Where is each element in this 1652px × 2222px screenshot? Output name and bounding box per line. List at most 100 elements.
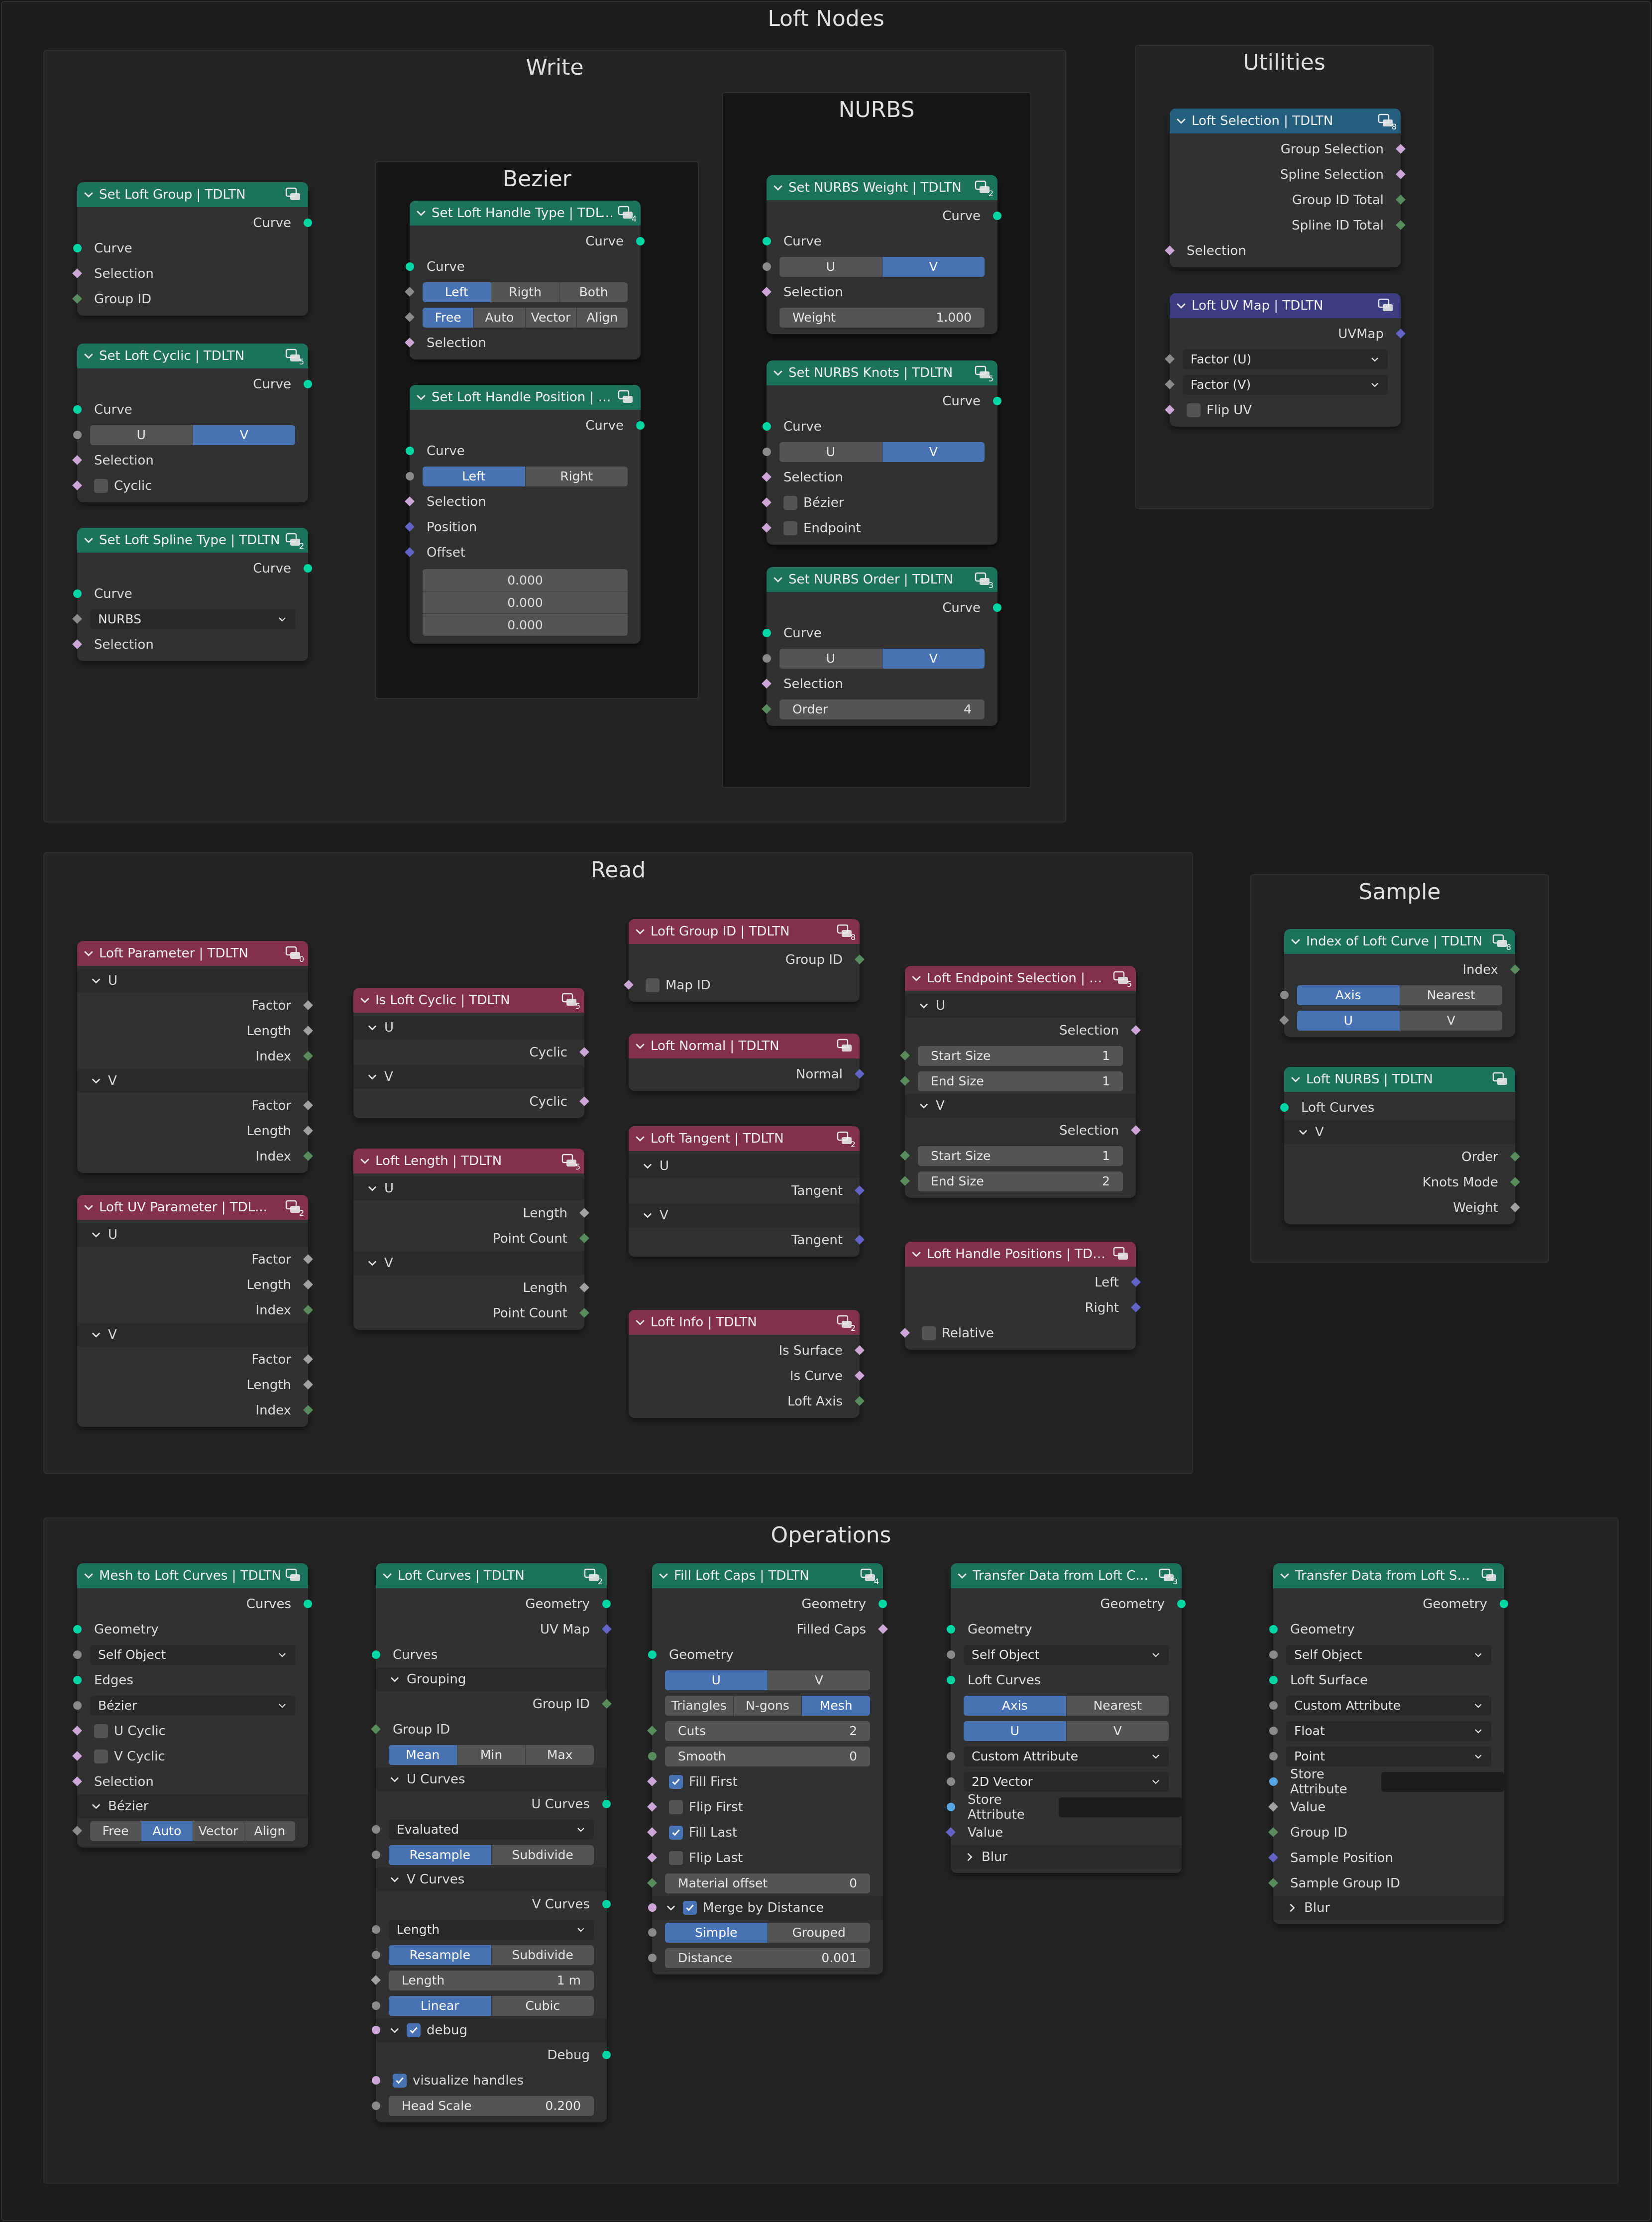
collapse-chevron-icon[interactable]	[1278, 1569, 1291, 1582]
checkbox[interactable]	[669, 1800, 683, 1814]
collapse-chevron-icon[interactable]	[1289, 1073, 1302, 1086]
checkbox[interactable]	[783, 495, 797, 510]
node-set-loft-handle-type[interactable]: Set Loft Handle Type | TDLTN 4 Curve Curve L…	[405, 201, 645, 359]
collapse-chevron-icon[interactable]	[82, 534, 95, 547]
option-auto[interactable]: Auto	[141, 1821, 193, 1841]
input-socket-icon[interactable]	[372, 1825, 380, 1834]
panel-chevron-icon[interactable]	[366, 1182, 378, 1194]
node-header[interactable]: Is Loft Cyclic | TDLTN 5	[353, 988, 584, 1013]
chevron-down-icon[interactable]	[277, 614, 287, 624]
panel-merge-by-distance[interactable]: Merge by Distance	[648, 1896, 883, 1920]
number-field-start-size[interactable]: Start Size 1	[918, 1046, 1123, 1066]
chevron-down-icon[interactable]	[1473, 1650, 1483, 1660]
node-loft-uv-parameter[interactable]: Loft UV Parameter | TDL... 2 U Factor Length…	[77, 1195, 313, 1427]
option-subdivide[interactable]: Subdivide	[491, 1945, 594, 1965]
node-loft-curves[interactable]: Loft Curves | TDLTN 2 Geometry UV Map Curves…	[371, 1563, 612, 2122]
node-header[interactable]: Loft Normal | TDLTN	[629, 1034, 860, 1058]
node-header[interactable]: Transfer Data from Loft Curves | TD... 3	[951, 1563, 1182, 1588]
dropdown-float[interactable]: Float	[1286, 1721, 1491, 1741]
segmented-control[interactable]: Left Right	[423, 466, 628, 486]
option-vector[interactable]: Vector	[192, 1821, 244, 1841]
panel-v[interactable]: V	[77, 1069, 308, 1093]
node-loft-info[interactable]: Loft Info | TDLTN 2 Is Surface Is Curve Loft…	[629, 1310, 865, 1418]
input-socket-icon[interactable]	[1269, 1727, 1278, 1735]
panel-chevron-icon[interactable]	[90, 1800, 102, 1812]
option-mean[interactable]: Mean	[389, 1745, 457, 1765]
segmented-control[interactable]: Simple Grouped	[665, 1922, 870, 1943]
node-header[interactable]: Set Loft Handle Type | TDLTN 4	[410, 201, 641, 226]
segmented-control[interactable]: Resample Subdivide	[389, 1945, 594, 1965]
dropdown-factor-v[interactable]: Factor (V)	[1183, 374, 1388, 395]
panel-b-zier[interactable]: Bézier	[77, 1794, 308, 1818]
chevron-down-icon[interactable]	[1151, 1777, 1161, 1787]
option-linear[interactable]: Linear	[389, 1995, 491, 2016]
output-socket-icon[interactable]	[304, 564, 312, 573]
node-set-loft-cyclic[interactable]: Set Loft Cyclic | TDLTN 5 Curve Curve U V Sele…	[72, 344, 312, 502]
option-v[interactable]: V	[767, 1670, 871, 1690]
checkbox[interactable]	[922, 1326, 936, 1340]
panel-chevron-icon[interactable]	[1297, 1126, 1309, 1138]
vector-component[interactable]: 0.000	[423, 613, 628, 636]
input-socket-icon[interactable]	[372, 2076, 380, 2085]
dropdown-2d-vector[interactable]: 2D Vector	[964, 1771, 1169, 1792]
node-header[interactable]: Loft NURBS | TDLTN	[1284, 1067, 1515, 1092]
input-socket-icon[interactable]	[763, 237, 771, 245]
segmented-control[interactable]: Triangles N-gons Mesh	[665, 1695, 870, 1716]
input-socket-icon[interactable]	[372, 2026, 380, 2034]
input-socket-icon[interactable]	[73, 244, 82, 252]
node-set-loft-group[interactable]: Set Loft Group | TDLTN Curve Curve Selectio…	[72, 182, 312, 316]
option-u[interactable]: U	[964, 1721, 1066, 1741]
collapse-chevron-icon[interactable]	[82, 1569, 95, 1582]
panel-chevron-icon[interactable]	[642, 1209, 654, 1221]
option-simple[interactable]: Simple	[665, 1922, 768, 1943]
node-group-icon[interactable]	[284, 185, 303, 204]
panel-chevron-icon[interactable]	[366, 1022, 378, 1034]
node-transfer-data-from-loft-surface[interactable]: Transfer Data from Loft Surface | TD... G…	[1268, 1563, 1508, 1924]
checkbox[interactable]	[1187, 403, 1201, 417]
option-v[interactable]: V	[1066, 1721, 1169, 1741]
panel-u[interactable]: U	[629, 1154, 860, 1178]
dropdown-point[interactable]: Point	[1286, 1746, 1491, 1766]
node-set-nurbs-knots[interactable]: Set NURBS Knots | TDLTN 5 Curve Curve U V Sele…	[762, 360, 1001, 545]
input-socket-icon[interactable]	[763, 629, 771, 637]
vector-component[interactable]: 0.000	[423, 591, 628, 613]
panel-chevron-icon[interactable]	[642, 1160, 654, 1172]
checkbox[interactable]	[669, 1851, 683, 1865]
node-loft-group-id[interactable]: Loft Group ID | TDLTN 8 Group ID Map ID	[624, 919, 865, 1002]
panel-v[interactable]: V	[353, 1065, 584, 1089]
input-socket-icon[interactable]	[947, 1777, 955, 1786]
panel-v[interactable]: V	[905, 1094, 1136, 1118]
collapse-chevron-icon[interactable]	[1289, 935, 1302, 948]
input-socket-icon[interactable]	[648, 1903, 657, 1912]
segmented-control[interactable]: UV	[779, 442, 985, 462]
option-v[interactable]: V	[881, 648, 985, 669]
chevron-down-icon[interactable]	[1473, 1752, 1483, 1761]
input-socket-icon[interactable]	[372, 2001, 380, 2010]
collapse-chevron-icon[interactable]	[82, 350, 95, 362]
node-header[interactable]: Set Loft Cyclic | TDLTN 5	[77, 344, 308, 368]
checkbox[interactable]	[683, 1901, 697, 1915]
option-nearest[interactable]: Nearest	[1399, 985, 1503, 1005]
panel-chevron-icon[interactable]	[90, 1329, 102, 1341]
output-socket-icon[interactable]	[993, 212, 1001, 220]
chevron-down-icon[interactable]	[1370, 380, 1380, 390]
output-socket-icon[interactable]	[1177, 1600, 1186, 1608]
input-socket-icon[interactable]	[947, 1676, 955, 1684]
node-group-icon[interactable]	[836, 1037, 855, 1055]
dropdown-custom-attribute[interactable]: Custom Attribute	[964, 1746, 1169, 1766]
panel-u[interactable]: U	[77, 969, 308, 993]
segmented-control[interactable]: Axis Nearest	[964, 1695, 1169, 1716]
node-header[interactable]: Set NURBS Knots | TDLTN 5	[767, 360, 997, 385]
collapse-chevron-icon[interactable]	[1175, 115, 1188, 127]
node-mesh-to-loft-curves[interactable]: Mesh to Loft Curves | TDLTN Curves Geometr…	[72, 1563, 312, 1848]
vector-components[interactable]: 0.000 0.000 0.000	[423, 569, 628, 636]
node-header[interactable]: Set NURBS Order | TDLTN 3	[767, 567, 997, 592]
node-group-icon[interactable]	[1377, 296, 1396, 315]
option-auto[interactable]: Auto	[473, 307, 525, 328]
collapse-chevron-icon[interactable]	[82, 188, 95, 201]
segmented-control[interactable]: Resample Subdivide	[389, 1845, 594, 1865]
node-header[interactable]: Transfer Data from Loft Surface | TD...	[1273, 1563, 1504, 1588]
output-socket-icon[interactable]	[879, 1600, 887, 1608]
panel-v-curves[interactable]: V Curves	[376, 1868, 607, 1891]
panel-chevron-icon[interactable]	[665, 1902, 677, 1914]
